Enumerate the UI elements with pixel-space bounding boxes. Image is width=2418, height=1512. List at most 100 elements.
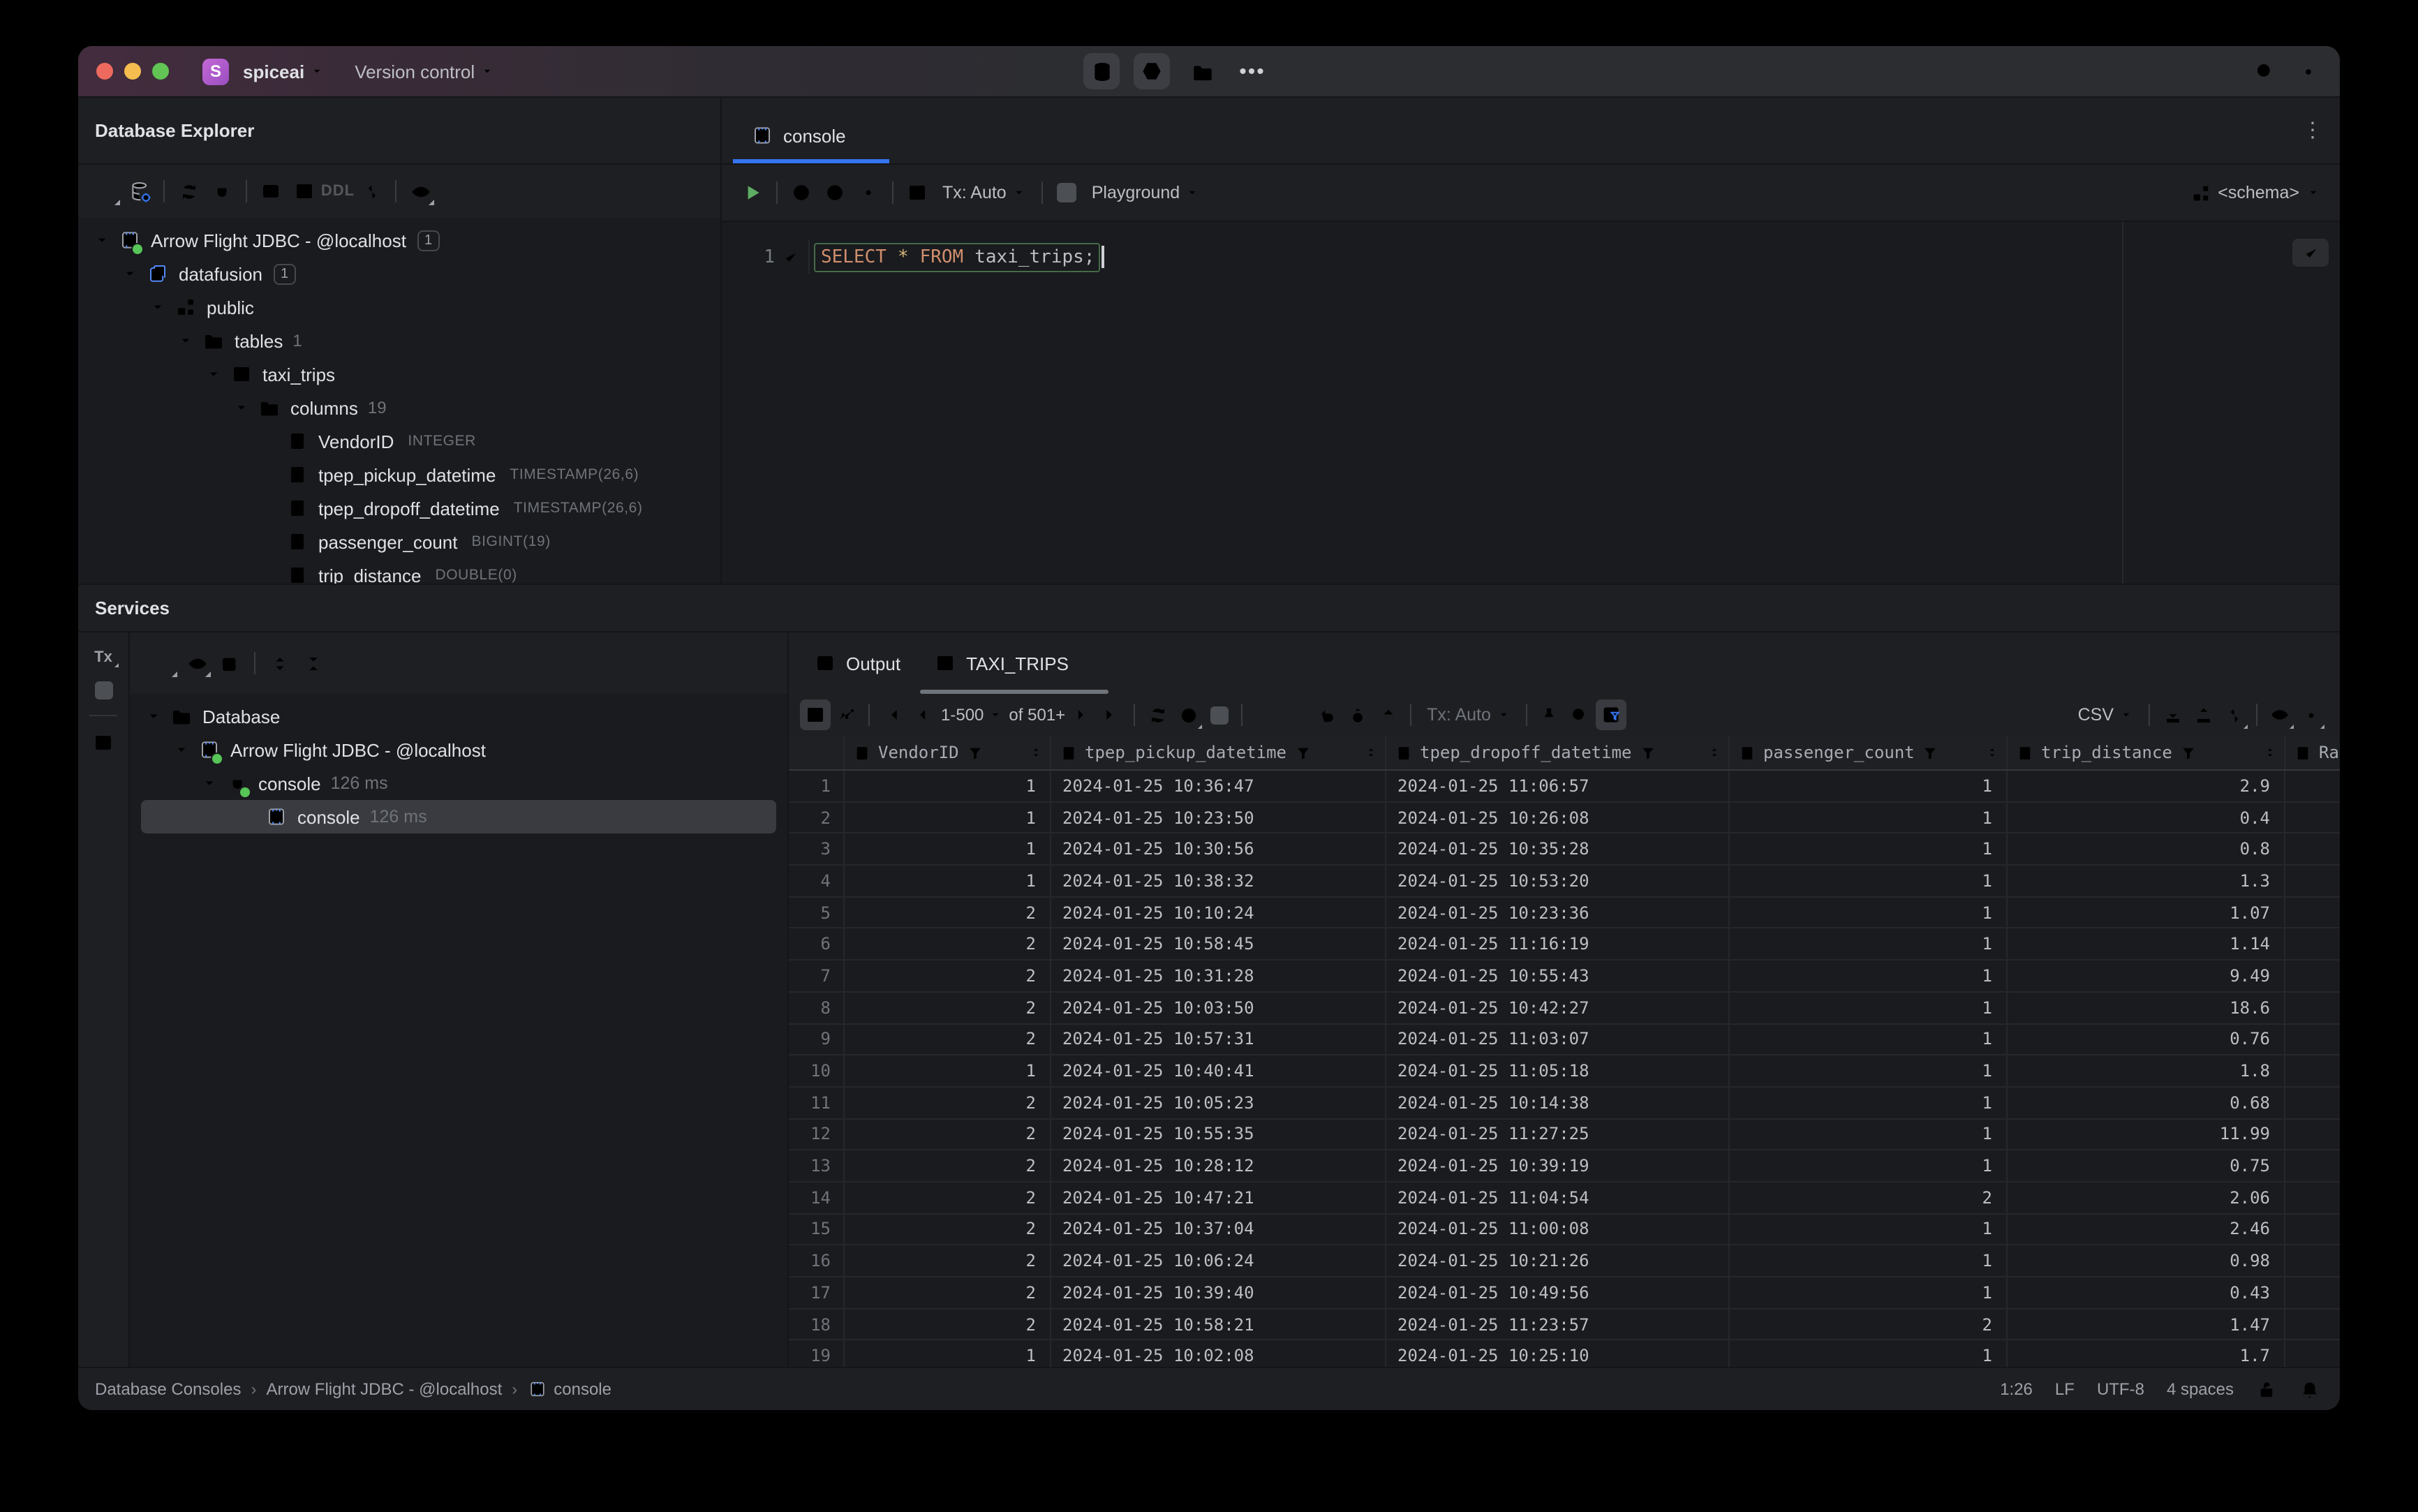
grid-cell[interactable]: 1 bbox=[1730, 1340, 2008, 1367]
grid-cell[interactable]: 2024-01-25 10:26:08 bbox=[1386, 802, 1730, 833]
column-header-tpep_dropoff_datetime[interactable]: tpep_dropoff_datetime bbox=[1386, 736, 1730, 769]
row-number[interactable]: 7 bbox=[789, 961, 845, 991]
settings-button[interactable] bbox=[2297, 59, 2320, 83]
grid-cell[interactable]: 2024-01-25 10:30:56 bbox=[1051, 833, 1386, 865]
tx-rail-button[interactable]: Tx bbox=[94, 649, 119, 667]
column-header-trip_distance[interactable]: trip_distance bbox=[2008, 736, 2285, 769]
first-page-button[interactable] bbox=[877, 699, 907, 730]
row-number[interactable]: 11 bbox=[789, 1087, 845, 1118]
notifications-button[interactable] bbox=[2299, 1379, 2320, 1400]
add-service-button[interactable] bbox=[147, 646, 180, 680]
services-tree-item-arrow-flight-jdbc-localhost[interactable]: Arrow Flight JDBC - @localhost bbox=[130, 733, 787, 766]
filter-funnel-icon[interactable] bbox=[2179, 743, 2197, 762]
sort-icon[interactable] bbox=[2262, 744, 2278, 761]
grid-cell[interactable]: 2 bbox=[845, 1150, 1051, 1181]
grid-cell[interactable] bbox=[2285, 1246, 2340, 1276]
explorer-tree-item-trip-distance[interactable]: trip_distance DOUBLE(0) bbox=[78, 558, 720, 584]
services-tree-item-database[interactable]: Database bbox=[130, 699, 787, 733]
services-tree-item-console[interactable]: console 126 ms bbox=[130, 766, 787, 800]
close-window-button[interactable] bbox=[96, 63, 113, 80]
grid-cell[interactable]: 0.76 bbox=[2008, 1024, 2285, 1055]
grid-cell[interactable] bbox=[2285, 1055, 2340, 1085]
last-page-button[interactable] bbox=[1096, 699, 1127, 730]
grid-cell[interactable]: 2024-01-25 10:28:12 bbox=[1051, 1150, 1386, 1181]
expand-chevron-icon[interactable] bbox=[141, 708, 166, 725]
import-data-button[interactable] bbox=[2157, 699, 2188, 730]
grid-cell[interactable]: 1.7 bbox=[2008, 1340, 2285, 1367]
grid-cell[interactable]: 1 bbox=[845, 866, 1051, 896]
expand-chevron-icon[interactable] bbox=[145, 299, 170, 316]
grid-cell[interactable]: 1 bbox=[845, 1340, 1051, 1367]
grid-cell[interactable]: 2024-01-25 10:37:04 bbox=[1051, 1214, 1386, 1245]
expand-all-button[interactable] bbox=[262, 646, 296, 680]
grid-cell[interactable]: 2 bbox=[845, 897, 1051, 928]
indent-setting[interactable]: 4 spaces bbox=[2167, 1379, 2234, 1399]
query-history-button[interactable] bbox=[1173, 699, 1203, 730]
grid-cell[interactable]: 1 bbox=[1730, 1087, 2008, 1118]
sql-statement[interactable]: SELECT * FROM taxi_trips; bbox=[814, 242, 1101, 272]
row-number[interactable]: 8 bbox=[789, 992, 845, 1023]
expand-chevron-icon[interactable] bbox=[89, 232, 114, 249]
explorer-tree-item-vendorid[interactable]: VendorID INTEGER bbox=[78, 424, 720, 458]
caret-position[interactable]: 1:26 bbox=[2000, 1379, 2033, 1399]
file-encoding[interactable]: UTF-8 bbox=[2097, 1379, 2144, 1399]
version-control-menu[interactable]: Version control bbox=[355, 61, 494, 82]
explorer-tree-item-passenger-count[interactable]: passenger_count BIGINT(19) bbox=[78, 525, 720, 558]
explorer-tree-item-public[interactable]: public bbox=[78, 290, 720, 324]
data-transfer-button[interactable] bbox=[2218, 699, 2249, 730]
close-tab-icon[interactable] bbox=[1078, 655, 1095, 672]
grid-cell[interactable]: 1 bbox=[1730, 866, 2008, 896]
explorer-tree-item-tables[interactable]: tables 1 bbox=[78, 324, 720, 357]
collapse-all-button[interactable] bbox=[296, 646, 329, 680]
grid-cell[interactable]: 2024-01-25 10:14:38 bbox=[1386, 1087, 1730, 1118]
run-playground-button[interactable] bbox=[1134, 53, 1170, 89]
grid-settings-button[interactable] bbox=[2295, 699, 2326, 730]
grid-cell[interactable]: 2024-01-25 10:25:10 bbox=[1386, 1340, 1730, 1367]
grid-tx-dropdown[interactable]: Tx: Auto bbox=[1427, 705, 1511, 725]
expand-chevron-icon[interactable] bbox=[229, 399, 254, 416]
grid-cell[interactable]: 2 bbox=[845, 992, 1051, 1023]
expand-chevron-icon[interactable] bbox=[173, 332, 198, 349]
grid-cell[interactable]: 1.47 bbox=[2008, 1309, 2285, 1340]
row-number[interactable]: 14 bbox=[789, 1182, 845, 1213]
row-number[interactable]: 5 bbox=[789, 897, 845, 928]
previous-page-button[interactable] bbox=[907, 699, 938, 730]
grid-cell[interactable]: 0.75 bbox=[2008, 1150, 2285, 1181]
grid-cell[interactable] bbox=[2285, 866, 2340, 896]
expand-chevron-icon[interactable] bbox=[169, 741, 194, 758]
explorer-tree-item-datafusion[interactable]: datafusion 1 bbox=[78, 257, 720, 290]
explorer-tree-item-tpep-dropoff-datetime[interactable]: tpep_dropoff_datetime TIMESTAMP(26,6) bbox=[78, 491, 720, 525]
reload-data-button[interactable] bbox=[1142, 699, 1173, 730]
refresh-button[interactable] bbox=[172, 175, 205, 208]
row-number[interactable]: 2 bbox=[789, 802, 845, 833]
row-number[interactable]: 3 bbox=[789, 833, 845, 865]
tab-console[interactable]: console bbox=[733, 108, 889, 163]
row-number[interactable]: 15 bbox=[789, 1214, 845, 1245]
grid-cell[interactable]: 2 bbox=[845, 1024, 1051, 1055]
filter-panel-button[interactable] bbox=[1595, 699, 1626, 730]
grid-cell[interactable]: 11.99 bbox=[2008, 1119, 2285, 1150]
column-header-passenger_count[interactable]: passenger_count bbox=[1730, 736, 2008, 769]
pin-tab-button[interactable] bbox=[1534, 699, 1565, 730]
grid-cell[interactable]: 2024-01-25 10:49:56 bbox=[1386, 1277, 1730, 1308]
table-view-button[interactable] bbox=[800, 699, 831, 730]
grid-cell[interactable]: 0.68 bbox=[2008, 1087, 2285, 1118]
grid-cell[interactable]: 2024-01-25 10:58:45 bbox=[1051, 928, 1386, 960]
grid-cell[interactable]: 1 bbox=[1730, 1055, 2008, 1086]
grid-cell[interactable] bbox=[2285, 834, 2340, 864]
grid-cell[interactable]: 2 bbox=[845, 1309, 1051, 1340]
grid-cell[interactable]: 1 bbox=[1730, 897, 2008, 928]
grid-cell[interactable]: 2024-01-25 10:05:23 bbox=[1051, 1087, 1386, 1118]
project-menu[interactable]: spiceai bbox=[243, 61, 324, 82]
grid-cell[interactable]: 2 bbox=[845, 1214, 1051, 1245]
grid-cell[interactable]: 2024-01-25 11:27:25 bbox=[1386, 1119, 1730, 1150]
sort-icon[interactable] bbox=[1363, 744, 1379, 761]
grid-cell[interactable]: 2.06 bbox=[2008, 1182, 2285, 1213]
stop-button[interactable] bbox=[1050, 176, 1083, 209]
grid-cell[interactable]: 1 bbox=[1730, 992, 2008, 1023]
grid-cell[interactable]: 0.4 bbox=[2008, 802, 2285, 833]
schema-selector[interactable]: <schema> bbox=[2190, 182, 2320, 203]
row-number[interactable]: 1 bbox=[789, 771, 845, 801]
grid-cell[interactable]: 2 bbox=[845, 1245, 1051, 1276]
stop-rail-icon[interactable] bbox=[94, 681, 112, 699]
